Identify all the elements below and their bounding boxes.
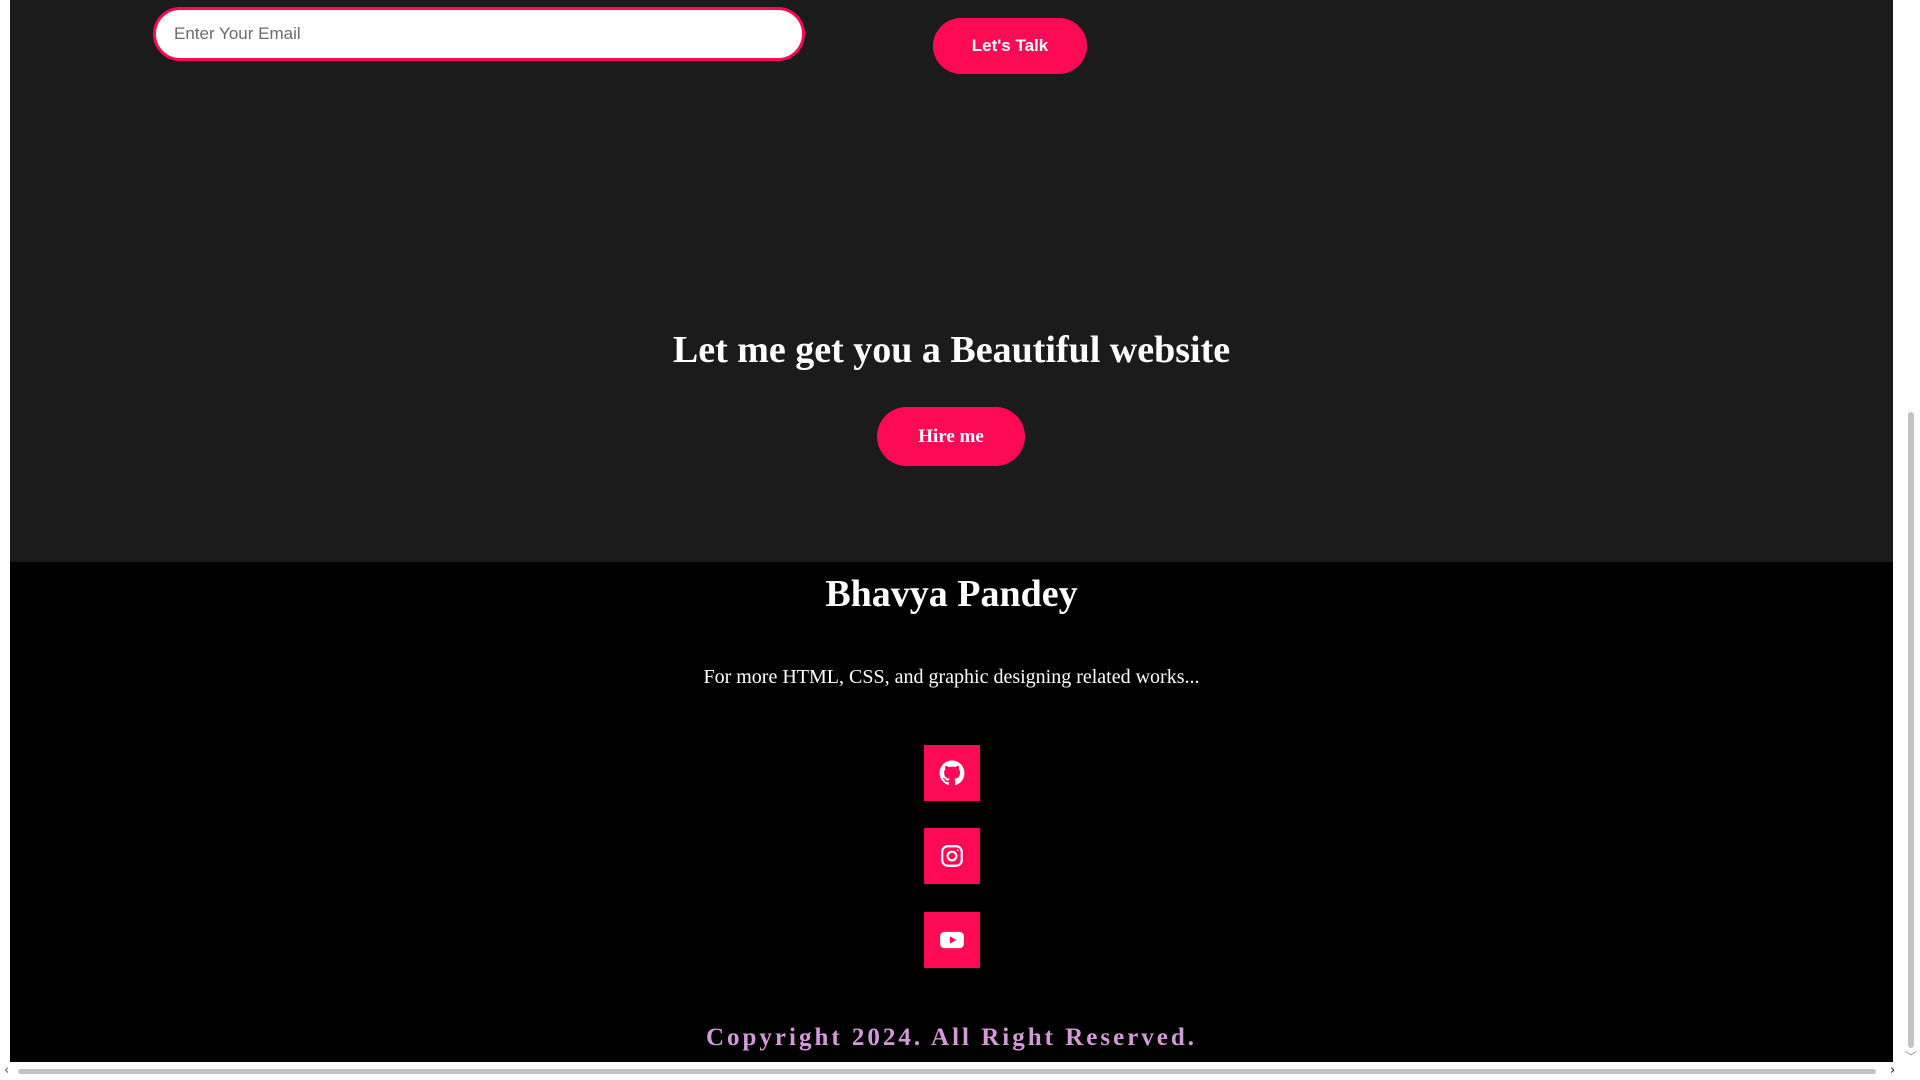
copyright-text: Copyright 2024. All Right Reserved. bbox=[705, 1024, 1198, 1051]
cta-heading: Let me get you a Beautiful website bbox=[672, 329, 1231, 371]
instagram-icon bbox=[941, 845, 963, 867]
scroll-right-arrow-icon[interactable]: › bbox=[1890, 1063, 1895, 1078]
github-link[interactable] bbox=[924, 745, 980, 801]
footer-name: Bhavya Pandey bbox=[825, 573, 1078, 615]
youtube-link[interactable] bbox=[924, 912, 980, 968]
github-icon bbox=[939, 760, 965, 785]
contact-section: Let's Talk Let me get you a Beautiful we… bbox=[10, 0, 1893, 562]
vertical-scrollbar-thumb[interactable] bbox=[1908, 412, 1914, 1048]
horizontal-scrollbar[interactable]: ‹ › bbox=[0, 1062, 1920, 1080]
vertical-scrollbar[interactable]: ﹀ bbox=[1897, 0, 1920, 1064]
instagram-link[interactable] bbox=[924, 828, 980, 884]
email-input[interactable] bbox=[153, 7, 805, 61]
page-edge bbox=[1883, 0, 1893, 198]
scroll-left-arrow-icon[interactable]: ‹ bbox=[4, 1063, 9, 1078]
footer-tagline: For more HTML, CSS, and graphic designin… bbox=[703, 666, 1200, 688]
hire-me-button[interactable]: Hire me bbox=[877, 407, 1025, 466]
lets-talk-button[interactable]: Let's Talk bbox=[933, 18, 1087, 74]
horizontal-scrollbar-thumb[interactable] bbox=[18, 1069, 1876, 1074]
youtube-icon bbox=[940, 931, 964, 949]
footer: Bhavya Pandey For more HTML, CSS, and gr… bbox=[10, 562, 1893, 1062]
page: Let's Talk Let me get you a Beautiful we… bbox=[10, 0, 1893, 1062]
